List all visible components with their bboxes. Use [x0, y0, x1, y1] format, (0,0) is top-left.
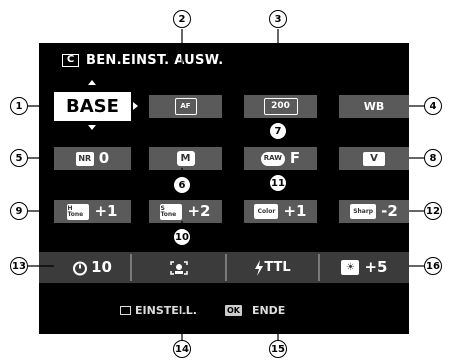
- sharpness-button[interactable]: Sharp -2: [339, 200, 409, 223]
- callout-4: 4: [424, 97, 442, 115]
- base-down-arrow-icon: [88, 125, 96, 130]
- callout-2: 2: [173, 10, 191, 28]
- film-simulation-button[interactable]: V: [339, 147, 409, 170]
- face-detection-icon: [169, 260, 188, 275]
- shadow-tone-value: +2: [187, 202, 211, 220]
- color-button[interactable]: Color +1: [244, 200, 317, 223]
- callout-14: 14: [173, 340, 191, 358]
- ok-badge-icon: OK: [224, 305, 242, 316]
- flash-mode-button[interactable]: TTL: [227, 252, 318, 283]
- callout-5: 5: [10, 149, 28, 167]
- iso-button[interactable]: 200: [244, 95, 317, 118]
- flash-mode-value: TTL: [264, 260, 291, 275]
- base-right-arrow-icon: [133, 102, 138, 110]
- callout-6: 6: [173, 176, 191, 194]
- highlight-tone-button[interactable]: H Tone +1: [54, 200, 131, 223]
- callout-12: 12: [424, 202, 442, 220]
- callout-10: 10: [173, 228, 191, 246]
- raw-format-button[interactable]: RAW F: [244, 147, 317, 170]
- callout-3: 3: [269, 10, 287, 28]
- self-timer-value: 10: [91, 258, 112, 276]
- noise-reduction-button[interactable]: NR 0: [54, 147, 131, 170]
- callout-13: 13: [10, 257, 28, 275]
- white-balance-button[interactable]: WB: [339, 95, 409, 118]
- mode-icon: M: [176, 151, 195, 166]
- callout-16: 16: [424, 257, 442, 275]
- focus-frame-icon: AF: [174, 98, 197, 115]
- callout-8: 8: [424, 149, 442, 167]
- raw-value: F: [289, 149, 301, 167]
- film-simulation-icon: V: [363, 151, 385, 166]
- settings-hint-label: EINSTELL.: [135, 304, 197, 317]
- envelope-icon: [120, 306, 131, 315]
- title-bar: C BEN.EINST. AUSW.: [62, 50, 224, 70]
- highlight-tone-icon: H Tone: [67, 203, 90, 220]
- flash-compensation-button[interactable]: ☀ +5: [320, 252, 409, 283]
- sharpness-icon: Sharp: [350, 204, 377, 219]
- base-up-arrow-icon: [88, 80, 96, 85]
- face-detection-button[interactable]: [132, 252, 225, 283]
- dynamic-range-mode-button[interactable]: M: [149, 147, 222, 170]
- page-title: BEN.EINST. AUSW.: [86, 52, 224, 68]
- shadow-tone-button[interactable]: S Tone +2: [149, 200, 222, 223]
- base-setting-button[interactable]: BASE: [54, 92, 131, 121]
- sharpness-value: -2: [381, 202, 398, 220]
- color-value: +1: [283, 202, 307, 220]
- highlight-tone-value: +1: [94, 202, 118, 220]
- end-hint-label: ENDE: [251, 304, 286, 317]
- callout-1: 1: [10, 97, 28, 115]
- flash-compensation-value: +5: [364, 258, 388, 276]
- color-icon: Color: [254, 204, 279, 219]
- raw-icon: RAW: [260, 151, 285, 166]
- self-timer-icon: [73, 261, 88, 275]
- callout-11: 11: [269, 174, 287, 192]
- callout-15: 15: [269, 340, 287, 358]
- flash-icon: [255, 259, 264, 276]
- iso-icon: 200: [263, 98, 298, 115]
- flash-compensation-icon: ☀: [341, 260, 360, 275]
- shadow-tone-icon: S Tone: [160, 203, 183, 220]
- custom-setting-icon: C: [62, 53, 79, 67]
- callout-7: 7: [269, 122, 287, 140]
- camera-screen: [39, 43, 409, 334]
- self-timer-button[interactable]: 10: [54, 252, 130, 283]
- focus-area-button[interactable]: AF: [149, 95, 222, 118]
- nr-icon: NR: [75, 151, 94, 166]
- nr-value: 0: [98, 149, 110, 167]
- callout-9: 9: [10, 202, 28, 220]
- white-balance-icon: WB: [363, 100, 385, 113]
- footer-hints: EINSTELL. OK ENDE: [120, 304, 285, 317]
